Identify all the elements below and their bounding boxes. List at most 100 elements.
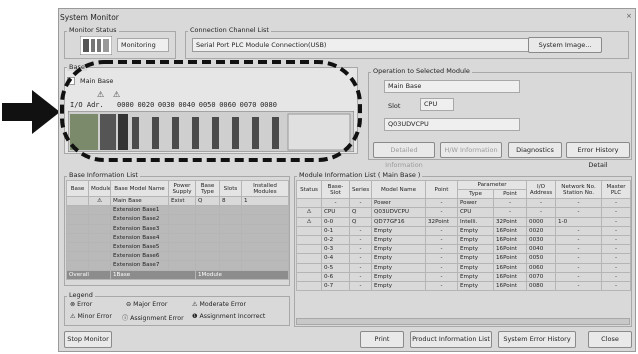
column-header: Parameter: [456, 180, 528, 190]
cell: -: [555, 234, 603, 246]
cell: -: [425, 244, 458, 255]
table-row[interactable]: ⚠ Main Base Exist Q 8 1: [66, 195, 289, 207]
cell: -: [349, 225, 372, 236]
column-header: Point: [425, 179, 458, 200]
base-info-label: Base Information List: [67, 171, 140, 179]
cell: 0060: [526, 262, 557, 273]
cell: -: [425, 225, 458, 236]
table-row[interactable]: Extension Base7: [66, 260, 289, 271]
legend-minor-error: ⚠ Minor Error: [70, 313, 112, 320]
cell: -: [425, 207, 458, 218]
cell: 32Point: [425, 216, 458, 227]
cell: Power: [457, 198, 494, 209]
cell: 0030: [526, 234, 557, 246]
cell: 0-4: [321, 253, 350, 264]
detailed-information-button[interactable]: Detailed Information: [373, 142, 435, 169]
legend-text: Error: [77, 301, 93, 308]
warning-icon: ⚠: [296, 207, 322, 218]
table-row[interactable]: 0-4- Empty - Empty 16Point 0050- -: [296, 253, 632, 264]
horizontal-scrollbar[interactable]: [296, 318, 630, 325]
table-row[interactable]: ⚠ 0-0 Q QD77GF16 32Point Intelli. 32Point 0000 1…: [296, 216, 632, 227]
cell: 0-3: [321, 244, 350, 255]
table-row[interactable]: 0-2- Empty - Empty 16Point 0030- -: [296, 234, 632, 246]
cell: Empty: [371, 280, 426, 292]
cell: 32Point: [492, 216, 528, 227]
window-title: System Monitor: [60, 13, 119, 22]
cell: -: [601, 253, 632, 264]
column-header: Base Model Name: [110, 180, 169, 197]
legend-text: Assignment Error: [130, 315, 184, 322]
selected-base: Main Base: [384, 80, 520, 93]
table-row[interactable]: Extension Base6: [66, 251, 289, 262]
slot-label: Slot: [388, 102, 401, 110]
cell: Q03UDVCPU: [371, 207, 426, 218]
cell: [296, 198, 322, 209]
module-info-table: Status Base-Slot Series Model Name Point…: [296, 179, 632, 292]
column-header: Power Supply: [168, 180, 196, 197]
cell: -: [425, 271, 458, 282]
error-history-button[interactable]: Error History Detail: [566, 142, 630, 169]
legend-text: Major Error: [133, 301, 168, 308]
table-row[interactable]: Extension Base2: [66, 214, 289, 225]
system-error-history-button[interactable]: System Error History: [498, 331, 576, 348]
system-image-button[interactable]: System Image...: [528, 37, 602, 53]
cell: 0-0: [321, 216, 350, 227]
table-row[interactable]: Extension Base3: [66, 223, 289, 234]
cell: Empty: [457, 244, 494, 255]
selected-module-label: Operation to Selected Module: [371, 67, 472, 75]
cell: Empty: [371, 253, 426, 264]
cell: -: [601, 207, 632, 218]
hw-information-button[interactable]: H/W Information: [440, 142, 502, 158]
slot-value: CPU: [420, 98, 454, 111]
cell: -: [321, 198, 350, 209]
cell: 0-1: [321, 225, 350, 236]
pointer-arrow-icon: [2, 90, 60, 134]
overall-row: Overall 1Base 1Module: [66, 269, 289, 280]
cell: -: [425, 253, 458, 264]
diagnostics-button[interactable]: Diagnostics: [508, 142, 562, 158]
cell: -: [555, 198, 603, 209]
cell: Empty: [457, 225, 494, 236]
cell: Q: [349, 207, 372, 218]
table-row[interactable]: Extension Base5: [66, 241, 289, 253]
cell: Empty: [371, 262, 426, 273]
cell: 16Point: [492, 253, 528, 264]
cell: 1Base: [110, 269, 196, 280]
column-header: Model Name: [371, 179, 426, 200]
table-row[interactable]: ⚠ CPU Q Q03UDVCPU - CPU - - - -: [296, 207, 632, 218]
cell: -: [349, 198, 372, 209]
cell: -: [601, 271, 632, 282]
cell: -: [349, 234, 372, 246]
table-row[interactable]: 0-1- Empty - Empty 16Point 0020- -: [296, 225, 632, 236]
stop-monitor-button[interactable]: Stop Monitor: [64, 331, 112, 348]
cell: -: [555, 271, 603, 282]
column-header: Master PLC: [601, 179, 632, 200]
cell: -: [555, 207, 603, 218]
cell: Empty: [371, 244, 426, 255]
cell: -: [425, 198, 458, 209]
table-row[interactable]: 0-5- Empty - Empty 16Point 0060- -: [296, 262, 632, 273]
legend-major-error: ⊖ Major Error: [126, 301, 167, 308]
cell: Exist: [168, 195, 196, 207]
cell: Extension Base7: [110, 260, 169, 271]
module-info-label: Module Information List ( Main Base ): [297, 171, 423, 179]
cell: -: [555, 262, 603, 273]
cell: 16Point: [492, 244, 528, 255]
table-row[interactable]: 0-7- Empty - Empty 16Point 0080- -: [296, 280, 632, 292]
cell: -: [555, 253, 603, 264]
cell: Empty: [457, 262, 494, 273]
print-button[interactable]: Print: [360, 331, 404, 348]
table-row[interactable]: 0-3- Empty - Empty 16Point 0040- -: [296, 244, 632, 255]
connection-value: Serial Port PLC Module Connection(USB): [192, 38, 532, 52]
table-row[interactable]: Extension Base1: [66, 205, 289, 216]
table-row[interactable]: Extension Base4: [66, 232, 289, 243]
cell: -: [601, 225, 632, 236]
assignment-error-icon: ⓘ: [122, 315, 129, 322]
close-icon[interactable]: ×: [626, 12, 632, 20]
assignment-incorrect-icon: ❶: [192, 313, 198, 320]
table-row[interactable]: - - Power - Power - - - -: [296, 198, 632, 209]
table-row[interactable]: 0-6- Empty - Empty 16Point 0070- -: [296, 271, 632, 282]
column-header: Base-Slot: [321, 179, 350, 200]
close-button[interactable]: Close: [588, 331, 632, 348]
product-information-list-button[interactable]: Product Information List: [410, 331, 492, 348]
